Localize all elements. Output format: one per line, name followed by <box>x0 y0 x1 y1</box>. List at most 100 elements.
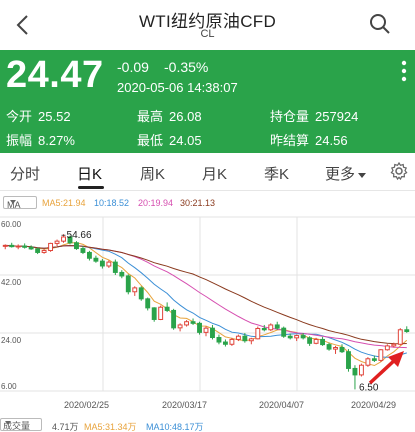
candle-body <box>339 347 345 353</box>
caret-down-icon <box>358 172 367 178</box>
candle-body <box>119 271 125 277</box>
candle-body <box>184 321 190 326</box>
candle-body <box>300 335 306 339</box>
chart-grid <box>0 216 415 392</box>
quote-time: 2020-05-06 14:38:07 <box>117 80 238 95</box>
candle-body <box>164 306 170 311</box>
candle-body <box>132 287 138 293</box>
candle-body <box>261 327 267 331</box>
stat-prev-settle: 昨结算 24.56 <box>270 130 348 149</box>
candle-body <box>177 324 183 329</box>
search-button[interactable] <box>369 13 393 37</box>
ma-line <box>5 242 408 367</box>
candle-body <box>404 329 410 332</box>
last-price: 24.47 <box>6 54 104 96</box>
volume-ma5-value: MA5:31.34万 <box>84 422 137 432</box>
indicator-selector[interactable]: MA <box>3 196 37 210</box>
volume-ma10-value: MA10:48.17万 <box>146 422 204 432</box>
volume-value: 4.71万 <box>52 422 79 432</box>
x-axis-label: 2020/02/25 <box>64 400 110 410</box>
x-axis-label: 2020/04/07 <box>259 400 305 410</box>
stat-label: 持仓量 <box>270 109 310 124</box>
candle-body <box>222 341 228 345</box>
candle-body <box>365 358 371 366</box>
candle-body <box>235 335 241 340</box>
stat-open: 今开 25.52 <box>6 106 71 125</box>
tab-intraday[interactable]: 分时 <box>10 163 40 184</box>
candle-body <box>210 327 215 339</box>
candle-body <box>397 329 403 345</box>
tab-more-label: 更多 <box>325 166 356 183</box>
tab-monthly-k[interactable]: 月K <box>202 163 227 184</box>
stat-open-interest: 持仓量 257924 <box>270 106 358 125</box>
candle-body <box>80 248 86 253</box>
candle-body <box>391 343 397 347</box>
tab-daily-k[interactable]: 日K <box>77 163 102 184</box>
candle-body <box>333 347 338 350</box>
ma30-value: 30:21.13 <box>180 198 216 208</box>
tab-more[interactable]: 更多 <box>325 163 367 184</box>
stat-amplitude: 振幅 8.27% <box>6 130 75 149</box>
candle-body <box>48 242 54 252</box>
caret-down-icon <box>10 200 16 204</box>
candle-body <box>268 324 274 331</box>
stat-value: 26.08 <box>169 109 202 124</box>
candle-body <box>151 307 157 320</box>
candle-body <box>125 275 131 293</box>
symbol-code: CL <box>200 28 215 40</box>
stat-high: 最高 26.08 <box>137 106 202 125</box>
candle-body <box>307 337 313 344</box>
volume-indicator-selector[interactable]: 成交量 <box>0 418 42 431</box>
caret-down-icon <box>5 421 11 425</box>
stat-value: 24.56 <box>315 133 348 148</box>
stat-value: 257924 <box>315 109 359 124</box>
tab-weekly-k[interactable]: 周K <box>140 163 165 184</box>
kline-chart[interactable]: 60.00 42.00 24.00 6.00 54.66 6.50 <box>0 211 415 400</box>
candle-body <box>371 358 377 361</box>
candle-body <box>197 322 202 333</box>
price-change-percent: -0.35% <box>164 59 209 75</box>
candle-body <box>358 364 364 376</box>
candle-body <box>352 367 358 376</box>
x-axis-label: 2020/04/29 <box>351 400 397 410</box>
stat-value: 25.52 <box>38 109 71 124</box>
x-axis-label: 2020/03/17 <box>162 400 208 410</box>
candle-body <box>9 244 15 248</box>
candle-body <box>28 246 34 250</box>
moving-average-lines <box>5 242 408 367</box>
quote-panel: 24.47 -0.09 -0.35% 2020-05-06 14:38:07 今… <box>0 50 415 153</box>
candle-body <box>2 244 8 247</box>
candle-body <box>346 351 351 369</box>
candle-body <box>158 306 164 320</box>
stat-label: 今开 <box>6 109 33 124</box>
candle-body <box>145 298 151 309</box>
candle-body <box>86 251 92 259</box>
search-icon <box>370 14 390 34</box>
period-tabs: 分时 日K 周K 月K 季K 更多 <box>0 153 415 191</box>
candle-body <box>378 349 384 361</box>
y-axis-label: 24.00 <box>1 336 22 345</box>
candle-body <box>242 335 248 342</box>
stat-label: 最高 <box>137 109 164 124</box>
candle-body <box>138 287 144 300</box>
candle-body <box>93 257 99 262</box>
tab-quarterly-k[interactable]: 季K <box>264 163 289 184</box>
candle-body <box>320 338 326 346</box>
candle-body <box>35 248 41 253</box>
candle-body <box>203 327 209 333</box>
stat-label: 昨结算 <box>270 133 310 148</box>
stat-value: 8.27% <box>38 133 75 148</box>
price-change: -0.09 <box>117 59 149 75</box>
y-axis-label: 42.00 <box>1 278 22 287</box>
candle-body <box>112 261 118 273</box>
y-axis-label: 6.00 <box>1 382 17 391</box>
chart-settings-button[interactable] <box>389 161 409 181</box>
candle-body <box>281 327 287 337</box>
more-vertical-icon[interactable] <box>401 60 407 82</box>
ma-line <box>5 244 407 358</box>
volume-legend: 成交量 4.71万 MA5:31.34万 MA10:48.17万 <box>0 418 415 432</box>
candle-body <box>54 240 60 244</box>
candle-body <box>61 236 66 242</box>
active-tab-indicator <box>78 186 104 189</box>
gear-icon <box>390 161 408 181</box>
